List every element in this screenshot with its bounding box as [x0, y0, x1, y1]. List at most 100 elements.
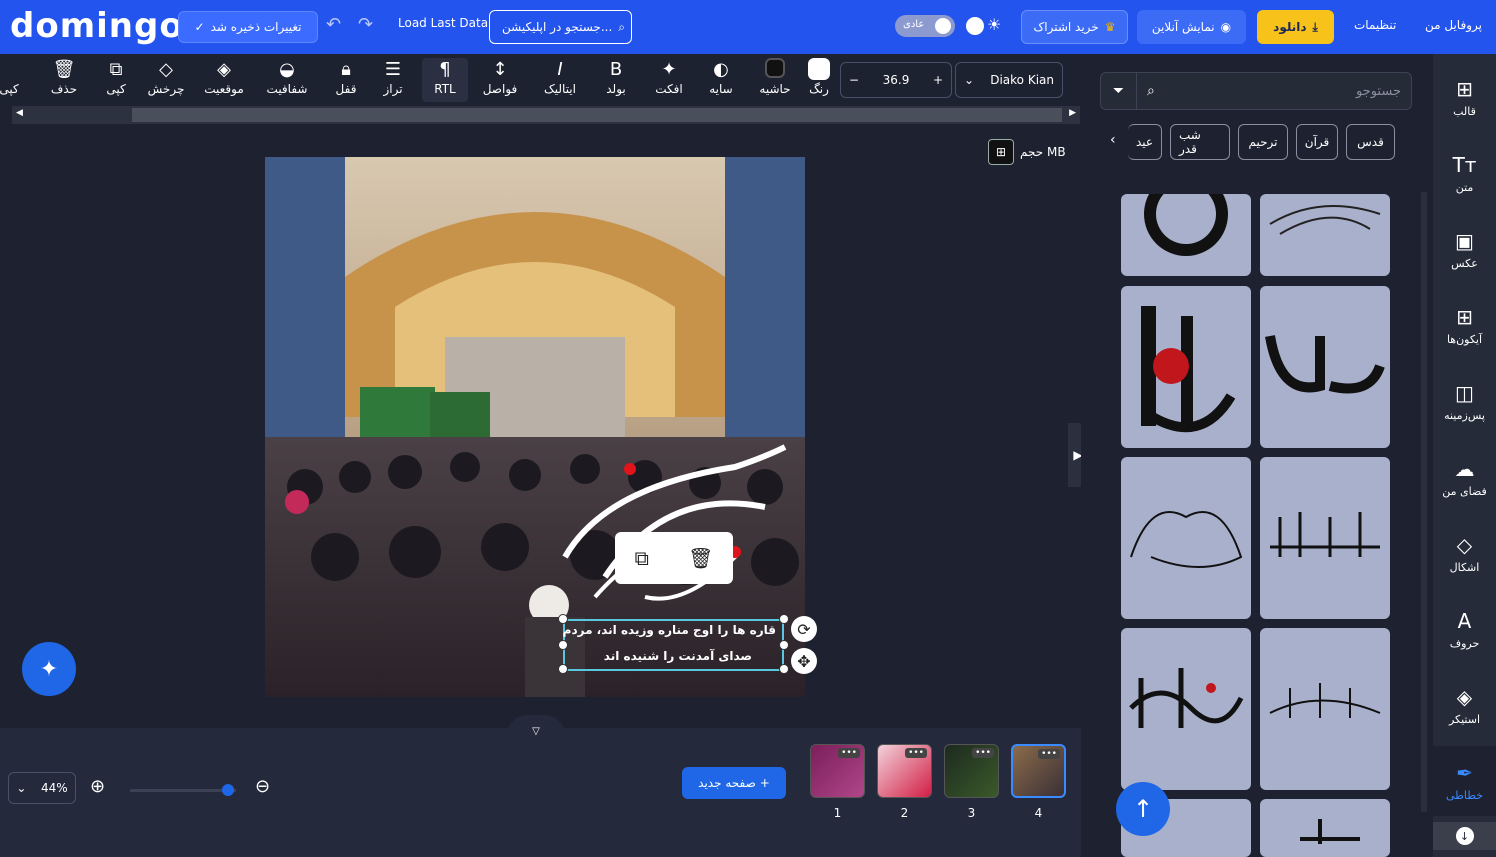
subscribe-button[interactable]: خرید اشتراک ♛ — [1021, 10, 1128, 44]
new-page-button[interactable]: صفحه جدید + — [682, 767, 786, 799]
toolbar-scrollbar[interactable]: ◀ ▶ — [12, 106, 1080, 124]
page-thumbnail[interactable]: ••• — [944, 744, 999, 798]
caption-line-2[interactable]: صدای آمدنت را شنیده اند — [604, 649, 752, 663]
scroll-left-icon[interactable]: ◀ — [16, 108, 23, 118]
profile-link[interactable]: پروفایل من — [1425, 18, 1482, 32]
nav-photo[interactable]: ▣ عکس — [1433, 214, 1496, 284]
assets-search[interactable]: ⏷ ⌕ جستوجو — [1100, 72, 1412, 110]
category-chip[interactable]: قرآن — [1296, 124, 1338, 160]
nav-icons[interactable]: ⊞ آیکون‌ها — [1433, 290, 1496, 360]
calligraphy-item[interactable] — [1260, 799, 1390, 857]
tool-position[interactable]: ◈ موقعیت — [201, 58, 247, 102]
nav-text[interactable]: Tт متن — [1433, 138, 1496, 208]
calligraphy-item[interactable] — [1121, 286, 1251, 448]
filter-icon[interactable]: ⏷ — [1101, 73, 1137, 109]
app-logo[interactable]: domingo — [10, 6, 184, 46]
font-family-select[interactable]: ⌄ Diako Kian — [955, 62, 1063, 98]
calligraphy-item[interactable] — [1260, 286, 1390, 448]
tool-effect[interactable]: ✦ افکت — [646, 58, 692, 102]
caption-line-1[interactable]: قاره ها را اوج مناره وزیده اند، مردم — [563, 623, 776, 637]
page-thumbnail[interactable]: ••• — [877, 744, 932, 798]
settings-link[interactable]: تنظیمات — [1354, 18, 1396, 32]
more-icon[interactable]: ••• — [905, 748, 927, 758]
nav-template[interactable]: ⊞ قالب — [1433, 62, 1496, 132]
file-size-indicator[interactable]: ⊞ حجم MB — [988, 137, 1074, 167]
scroll-right-icon[interactable]: ▶ — [1069, 108, 1076, 118]
zoom-slider[interactable] — [130, 784, 236, 796]
tool-spacing[interactable]: ↕ فواصل — [477, 58, 523, 102]
tool-copy[interactable]: ⧉ کپی — [93, 58, 139, 102]
tool-rtl[interactable]: ¶ RTL — [422, 58, 468, 102]
nav-calligraphy[interactable]: ✒ خطاطی — [1433, 746, 1496, 816]
category-chip[interactable]: ترحیم — [1238, 124, 1288, 160]
category-chip[interactable]: شب قدر — [1170, 124, 1230, 160]
zoom-in-icon[interactable]: ⊕ — [90, 776, 105, 797]
arrow-up-icon[interactable]: ↑ — [1116, 782, 1170, 836]
nav-background[interactable]: ◫ پس‌زمینه — [1433, 366, 1496, 436]
resize-handle[interactable] — [779, 640, 789, 650]
tool-border[interactable]: حاشیه — [752, 58, 798, 102]
tool-opacity[interactable]: ◒ شفافیت — [264, 58, 310, 102]
zoom-select[interactable]: ⌄ 44% — [8, 772, 76, 804]
resize-handle[interactable] — [558, 664, 568, 674]
resize-handle[interactable] — [558, 614, 568, 624]
font-size-stepper[interactable]: − 36.9 + — [840, 62, 952, 98]
mode-toggle-knob[interactable] — [966, 17, 984, 35]
page-thumbnail[interactable]: ••• — [810, 744, 865, 798]
chevron-left-icon[interactable]: ‹ — [1110, 132, 1116, 148]
tool-rotate[interactable]: ◇ چرخش — [143, 58, 189, 102]
tool-color[interactable]: رنگ — [796, 58, 842, 102]
resize-handle[interactable] — [779, 664, 789, 674]
copy-icon[interactable]: ⧉ — [635, 546, 649, 570]
page-thumbnail-selected[interactable]: ••• — [1011, 744, 1066, 798]
nav-more[interactable]: ↓ — [1433, 822, 1496, 850]
chevron-down-icon[interactable]: ▽ — [506, 715, 566, 737]
plus-icon[interactable]: + — [933, 73, 943, 87]
zoom-out-icon[interactable]: ⊖ — [255, 776, 270, 797]
resize-handle[interactable] — [558, 640, 568, 650]
magic-wand-icon[interactable]: ✦ — [22, 642, 76, 696]
category-chip[interactable]: عید — [1128, 124, 1162, 160]
panel-scrollbar[interactable] — [1421, 192, 1427, 812]
calligraphy-item[interactable] — [1121, 457, 1251, 619]
tool-align[interactable]: ☰ تراز — [370, 58, 416, 102]
rotate-icon[interactable]: ⟳ — [791, 616, 817, 642]
font-size-value[interactable]: 36.9 — [883, 73, 910, 87]
more-icon[interactable]: ••• — [972, 748, 994, 758]
calligraphy-item[interactable] — [1260, 628, 1390, 790]
download-button[interactable]: دانلود ⤓ — [1257, 10, 1334, 44]
nav-shapes[interactable]: ◇ اشکال — [1433, 518, 1496, 588]
category-chip[interactable]: قدس — [1346, 124, 1395, 160]
online-preview-button[interactable]: نمایش آنلاین ◉ — [1137, 10, 1246, 44]
selected-text-box[interactable]: قاره ها را اوج مناره وزیده اند، مردم صدا… — [563, 619, 784, 671]
minus-icon[interactable]: − — [849, 73, 859, 87]
resize-handle[interactable] — [779, 614, 789, 624]
app-search-button[interactable]: جستجو در اپلیکیشن... ⌕ — [489, 10, 632, 44]
calligraphy-item[interactable] — [1260, 457, 1390, 619]
tool-delete[interactable]: 🗑 حذف — [41, 58, 87, 102]
calligraphy-item[interactable] — [1121, 194, 1251, 276]
design-canvas[interactable] — [265, 157, 805, 697]
scroll-thumb[interactable] — [132, 108, 1062, 122]
redo-icon[interactable]: ↷ — [358, 14, 382, 38]
more-icon[interactable]: ••• — [1038, 749, 1060, 759]
calligraphy-item[interactable] — [1260, 194, 1390, 276]
theme-toggle[interactable]: عادی — [895, 15, 955, 37]
nav-myspace[interactable]: ☁ فضای من — [1433, 442, 1496, 512]
move-icon[interactable]: ✥ — [791, 648, 817, 674]
calligraphy-item[interactable] — [1121, 628, 1251, 790]
trash-icon[interactable]: 🗑 — [688, 546, 713, 570]
zoom-slider-handle[interactable] — [222, 784, 234, 796]
tool-italic[interactable]: I ایتالیک — [537, 58, 583, 102]
nav-sticker[interactable]: ◈ استیکر — [1433, 670, 1496, 740]
nav-letters[interactable]: A حروف — [1433, 594, 1496, 664]
more-icon[interactable]: ••• — [838, 748, 860, 758]
load-last-data-link[interactable]: Load Last Data — [398, 16, 488, 30]
tool-shadow[interactable]: ◐ سایه — [698, 58, 744, 102]
undo-icon[interactable]: ↶ — [326, 14, 350, 38]
tool-lock[interactable]: 🔒︎ قفل — [323, 58, 369, 102]
sun-icon[interactable]: ☀ — [987, 15, 1001, 34]
tool-copy-partial[interactable]: کپی — [0, 58, 32, 102]
saved-status-button[interactable]: ✓ تغییرات ذخیره شد — [178, 11, 318, 43]
tool-bold[interactable]: B بولد — [593, 58, 639, 102]
